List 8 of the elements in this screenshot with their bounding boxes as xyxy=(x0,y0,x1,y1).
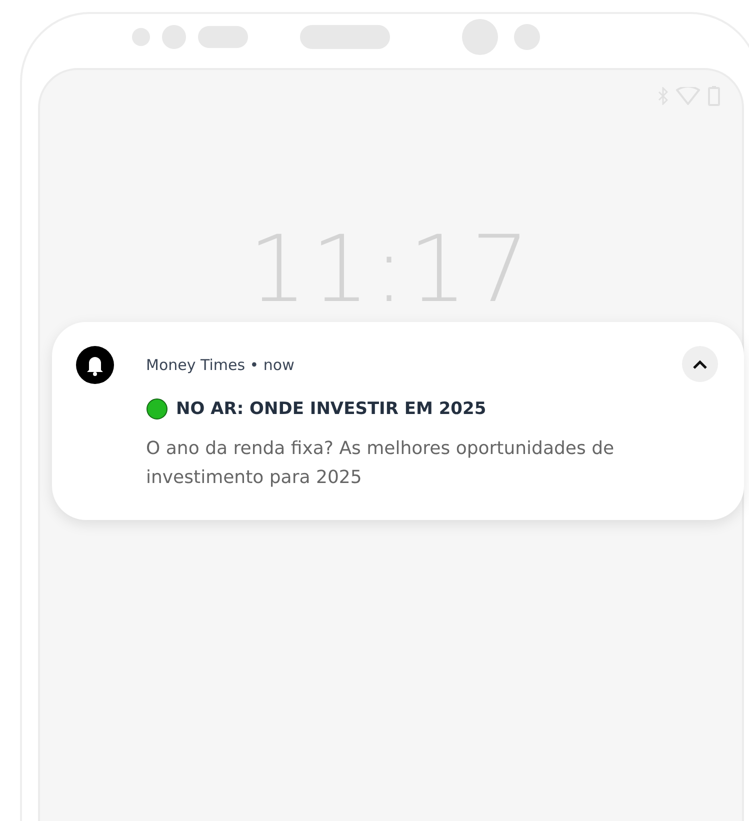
notification-title: NO AR: ONDE INVESTIR EM 2025 xyxy=(176,399,486,419)
bell-icon xyxy=(76,346,114,384)
notification-card[interactable]: Money Times • now NO AR: ONDE INVESTIR EM 2025 O ano da renda fixa? As melhores oportunidades de investimento para 2025 xyxy=(52,322,744,520)
status-dot-icon xyxy=(146,398,168,420)
collapse-button[interactable] xyxy=(682,346,718,382)
notification-header: Money Times • now xyxy=(146,356,296,374)
chevron-icon xyxy=(692,359,708,369)
notification-body: O ano da renda fixa? As melhores oportunidades de investimento para 2025 xyxy=(146,437,616,490)
